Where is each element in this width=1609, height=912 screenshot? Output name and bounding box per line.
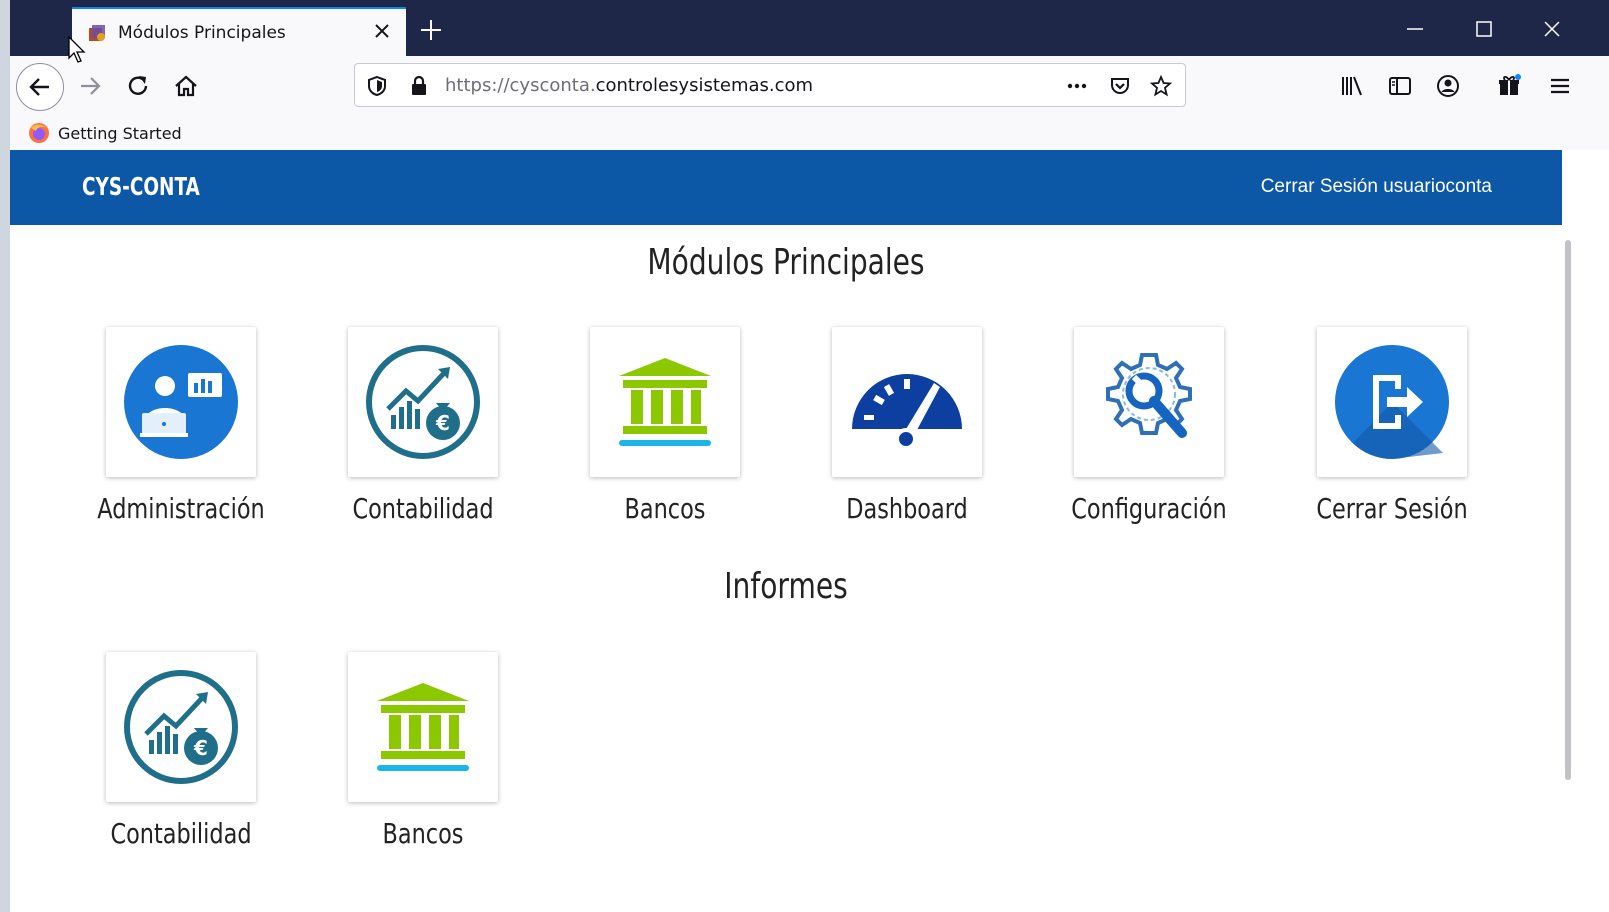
- svg-text:€: €: [193, 736, 208, 760]
- app-brand[interactable]: CYS-CONTA: [82, 172, 200, 201]
- reload-button[interactable]: [118, 66, 158, 106]
- gift-icon: [1499, 74, 1521, 95]
- browser-window: Módulos Principales https://cysconta.con…: [10, 0, 1609, 912]
- page-actions-ellipsis-icon[interactable]: [1065, 74, 1089, 98]
- mouse-cursor-icon: [68, 36, 86, 63]
- tab-title: Módulos Principales: [118, 23, 286, 43]
- bookmark-getting-started[interactable]: Getting Started: [28, 120, 182, 146]
- module-label-bancos[interactable]: Bancos: [569, 492, 761, 525]
- tab-strip: Módulos Principales: [10, 0, 1609, 56]
- module-tile-dashboard[interactable]: [832, 327, 982, 477]
- administration-icon: [124, 345, 238, 459]
- module-label-administracion[interactable]: Administración: [85, 492, 277, 525]
- report-tile-contabilidad[interactable]: €: [106, 652, 256, 802]
- close-tab-icon[interactable]: [370, 19, 394, 43]
- module-label-cerrar-sesion[interactable]: Cerrar Sesión: [1296, 492, 1488, 525]
- bookmarks-toolbar: Getting Started: [10, 116, 1609, 150]
- home-icon: [175, 75, 197, 97]
- padlock-icon[interactable]: [407, 74, 431, 98]
- library-icon: [1342, 76, 1362, 96]
- reload-icon: [128, 76, 148, 95]
- site-favicon-icon: [89, 25, 105, 41]
- dashboard-gauge-icon: [852, 374, 962, 450]
- sidebar-icon: [1389, 77, 1411, 95]
- account-button[interactable]: [1428, 66, 1468, 106]
- maximize-window-icon[interactable]: [1473, 18, 1495, 40]
- module-label-configuracion[interactable]: Configuración: [1053, 492, 1245, 525]
- bookmark-label: Getting Started: [58, 123, 182, 143]
- sidebar-button[interactable]: [1380, 66, 1420, 106]
- scrollbar-thumb[interactable]: [1565, 240, 1571, 780]
- forward-arrow-icon: [81, 77, 101, 95]
- active-tab[interactable]: Módulos Principales: [72, 7, 406, 56]
- url-host: controlesysistemas.com: [595, 75, 814, 96]
- module-tile-configuracion[interactable]: [1074, 327, 1224, 477]
- report-label-bancos[interactable]: Bancos: [327, 817, 519, 850]
- back-button[interactable]: [16, 63, 64, 111]
- report-label-contabilidad[interactable]: Contabilidad: [85, 817, 277, 850]
- accounting-icon: €: [124, 670, 238, 784]
- report-tile-bancos[interactable]: [348, 652, 498, 802]
- firefox-logo-icon: [29, 123, 49, 143]
- settings-wrench-icon: [1106, 353, 1192, 438]
- accounting-icon: €: [366, 345, 480, 459]
- module-tile-contabilidad[interactable]: €: [348, 327, 498, 477]
- app-header: CYS-CONTA Cerrar Sesión usuarioconta: [10, 150, 1562, 225]
- bookmark-star-icon[interactable]: [1149, 74, 1173, 98]
- module-tile-bancos[interactable]: [590, 327, 740, 477]
- header-logout-link[interactable]: Cerrar Sesión usuarioconta: [1261, 176, 1492, 198]
- pocket-icon[interactable]: [1108, 74, 1132, 98]
- module-tile-cerrar-sesion[interactable]: [1317, 327, 1467, 477]
- module-label-dashboard[interactable]: Dashboard: [811, 492, 1003, 525]
- main-modules-title: Módulos Principales: [647, 242, 925, 283]
- whats-new-button[interactable]: [1490, 66, 1530, 106]
- logout-icon: [1335, 345, 1449, 459]
- bank-icon: [377, 683, 469, 771]
- new-tab-plus-icon[interactable]: [418, 17, 444, 43]
- account-icon: [1437, 75, 1459, 97]
- menu-button[interactable]: [1540, 66, 1580, 106]
- minimize-window-icon[interactable]: [1404, 18, 1426, 40]
- back-arrow-icon: [29, 78, 49, 96]
- module-label-contabilidad[interactable]: Contabilidad: [327, 492, 519, 525]
- tracking-shield-icon[interactable]: [365, 74, 389, 98]
- url-text[interactable]: https://cysconta.controlesysistemas.com: [445, 75, 813, 96]
- svg-text:€: €: [435, 411, 450, 435]
- navigation-toolbar: https://cysconta.controlesysistemas.com: [10, 56, 1609, 116]
- library-button[interactable]: [1332, 66, 1372, 106]
- url-prefix: https://cysconta.: [445, 75, 596, 96]
- forward-button[interactable]: [70, 66, 110, 106]
- reports-title: Informes: [724, 566, 848, 607]
- module-tile-administracion[interactable]: [106, 327, 256, 477]
- hamburger-menu-icon: [1551, 78, 1569, 94]
- page-content: CYS-CONTA Cerrar Sesión usuarioconta Mód…: [10, 150, 1609, 912]
- bank-icon: [619, 358, 711, 446]
- address-bar[interactable]: https://cysconta.controlesysistemas.com: [354, 63, 1186, 107]
- close-window-icon[interactable]: [1541, 18, 1563, 40]
- home-button[interactable]: [166, 66, 206, 106]
